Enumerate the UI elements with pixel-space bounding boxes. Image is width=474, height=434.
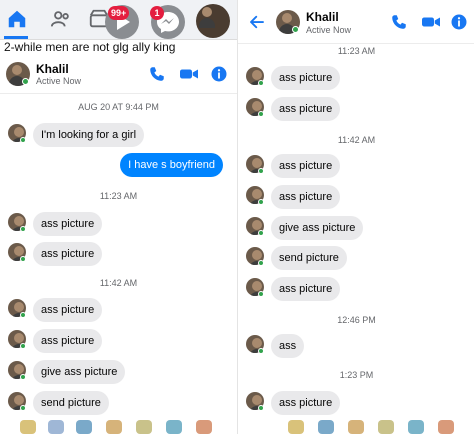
sticker-icon[interactable] [48, 420, 64, 434]
message-bubble[interactable]: send picture [33, 391, 109, 415]
message-bubble[interactable]: ass picture [271, 277, 341, 301]
timestamp: AUG 20 AT 9:44 PM [78, 102, 159, 112]
online-indicator [20, 343, 26, 349]
sticker-icon[interactable] [288, 420, 304, 434]
video-call-icon[interactable] [420, 13, 442, 31]
chat-header: Khalil Active Now [0, 56, 237, 94]
message-bubble[interactable]: send picture [271, 246, 347, 270]
online-indicator [20, 226, 26, 232]
friends-icon[interactable] [50, 8, 72, 30]
sticker-icon[interactable] [76, 420, 92, 434]
phone-icon[interactable] [148, 65, 166, 83]
active-status: Active Now [36, 76, 82, 86]
online-indicator [20, 374, 26, 380]
message-bubble[interactable]: ass picture [33, 242, 103, 266]
message-bubble[interactable]: I'm looking for a girl [33, 123, 145, 147]
right-screenshot: Khalil Active Now 11:23 AM ass picture a… [237, 0, 474, 434]
message-bubble[interactable]: ass picture [271, 154, 341, 178]
online-indicator [22, 78, 29, 85]
left-screenshot: 99+ 1 2-while men are not glg ally king … [0, 0, 237, 434]
sticker-icon[interactable] [136, 420, 152, 434]
video-badge: 99+ [108, 6, 130, 20]
message-row: ass picture [238, 97, 474, 121]
chat-header: Khalil Active Now [238, 0, 474, 44]
online-indicator [20, 312, 26, 318]
message-row: give ass picture [238, 216, 474, 240]
message-row: ass picture [238, 154, 474, 178]
sticker-icon[interactable] [318, 420, 334, 434]
online-indicator [258, 111, 264, 117]
message-row: ass picture [238, 185, 474, 209]
message-bubble[interactable]: ass picture [271, 185, 341, 209]
home-tab-indicator [4, 36, 28, 39]
active-status: Active Now [306, 25, 352, 35]
online-indicator [20, 137, 26, 143]
back-arrow-icon[interactable] [248, 13, 266, 31]
timestamp: 11:42 AM [99, 278, 138, 288]
message-bubble-sent[interactable]: I have s boyfriend [120, 153, 223, 177]
timestamp: 11:23 AM [99, 191, 138, 201]
sticker-icon[interactable] [106, 420, 122, 434]
sticker-icon[interactable] [348, 420, 364, 434]
message-row: give ass picture [0, 360, 237, 384]
message-bubble[interactable]: ass [271, 334, 305, 358]
messenger-badge: 1 [150, 6, 164, 20]
online-indicator [258, 199, 264, 205]
online-indicator [20, 405, 26, 411]
video-call-icon[interactable] [178, 65, 200, 83]
sticker-icon[interactable] [20, 420, 36, 434]
message-bubble[interactable]: ass picture [271, 66, 341, 90]
timestamp: 12:46 PM [337, 315, 376, 325]
timestamp: 11:23 AM [337, 46, 376, 56]
online-indicator [258, 348, 264, 354]
message-row: ass picture [0, 212, 237, 236]
sticker-icon[interactable] [438, 420, 454, 434]
sticker-strip [238, 420, 474, 434]
message-bubble[interactable]: ass picture [271, 391, 341, 415]
online-indicator [258, 168, 264, 174]
message-bubble[interactable]: ass picture [33, 298, 103, 322]
online-indicator [20, 256, 26, 262]
message-row: ass picture [238, 277, 474, 301]
timestamp: 1:23 PM [339, 370, 374, 380]
message-list: AUG 20 AT 9:44 PM I'm looking for a girl… [0, 94, 237, 434]
home-icon[interactable] [6, 8, 28, 30]
message-bubble[interactable]: give ass picture [33, 360, 126, 384]
message-list: 11:23 AM ass picture ass picture 11:42 A… [238, 44, 474, 434]
message-row: ass picture [0, 329, 237, 353]
chat-head-avatar[interactable] [196, 4, 230, 38]
online-indicator [258, 291, 264, 297]
message-bubble[interactable]: ass picture [33, 212, 103, 236]
facebook-nav-bar: 99+ 1 [0, 0, 237, 40]
message-row: ass [238, 334, 474, 358]
sticker-icon[interactable] [378, 420, 394, 434]
info-icon[interactable] [450, 13, 468, 31]
message-row: ass picture [238, 66, 474, 90]
phone-icon[interactable] [390, 13, 408, 31]
message-row: I have s boyfriend [0, 153, 237, 177]
info-icon[interactable] [210, 65, 228, 83]
sticker-icon[interactable] [166, 420, 182, 434]
post-caption: 2-while men are not glg ally king [4, 40, 176, 54]
message-bubble[interactable]: give ass picture [271, 216, 364, 240]
online-indicator [258, 260, 264, 266]
timestamp: 11:42 AM [337, 135, 376, 145]
message-row: send picture [238, 246, 474, 270]
online-indicator [258, 80, 264, 86]
sticker-strip [0, 420, 237, 434]
message-row: send picture [0, 391, 237, 415]
contact-name[interactable]: Khalil [36, 62, 69, 76]
message-row: I'm looking for a girl [0, 123, 237, 147]
online-indicator [292, 26, 299, 33]
sticker-icon[interactable] [196, 420, 212, 434]
sticker-icon[interactable] [408, 420, 424, 434]
message-bubble[interactable]: ass picture [33, 329, 103, 353]
contact-name[interactable]: Khalil [306, 10, 339, 24]
message-row: ass picture [238, 391, 474, 415]
message-row: ass picture [0, 242, 237, 266]
message-bubble[interactable]: ass picture [271, 97, 341, 121]
message-row: ass picture [0, 298, 237, 322]
online-indicator [258, 230, 264, 236]
online-indicator [258, 405, 264, 411]
